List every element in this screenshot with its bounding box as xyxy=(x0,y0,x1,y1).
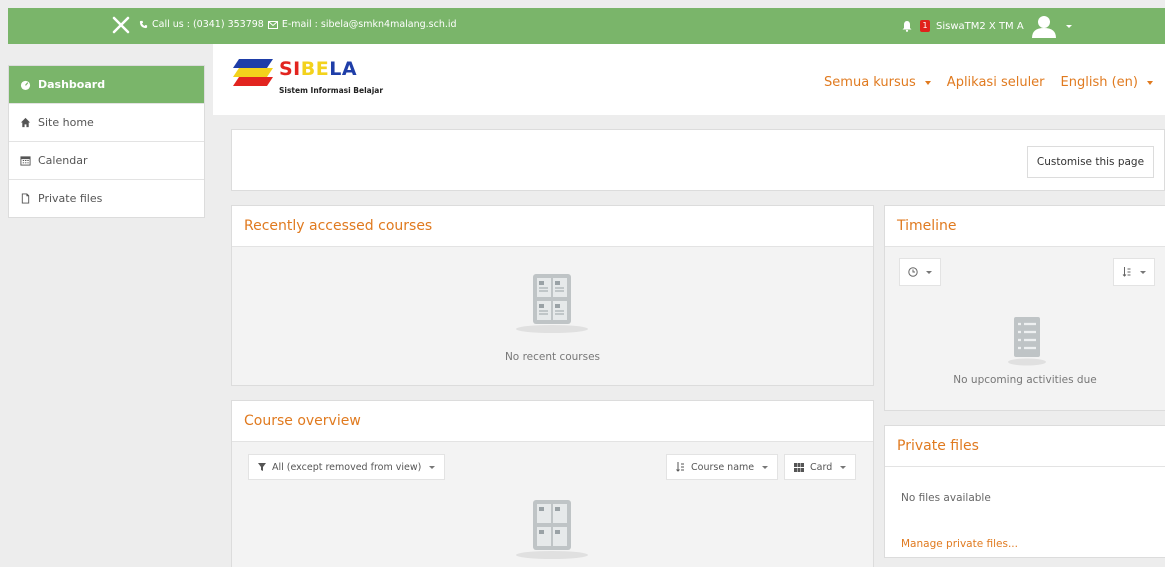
sidebar-item-dashboard[interactable]: Dashboard xyxy=(9,66,204,104)
block-body: No recent courses xyxy=(232,247,873,385)
block-body: No upcoming activities due xyxy=(885,247,1165,410)
notification-badge[interactable]: 1 xyxy=(920,20,930,32)
block-title: Recently accessed courses xyxy=(232,206,873,247)
nav-language[interactable]: English (en) xyxy=(1061,75,1153,90)
filter-dropdown[interactable]: All (except removed from view) xyxy=(248,454,446,480)
block-title: Course overview xyxy=(232,401,873,442)
course-overview-block: Course overview All (except removed from… xyxy=(231,400,874,567)
dropdown-label: Course name xyxy=(691,461,755,473)
empty-message: No upcoming activities due xyxy=(953,374,1097,386)
sort-dropdown[interactable]: Course name xyxy=(666,454,779,480)
courses-empty-icon xyxy=(516,500,588,559)
nav-semua-kursus[interactable]: Semua kursus xyxy=(824,75,931,90)
clock-icon xyxy=(908,267,918,277)
user-area: 1 SiswaTM2 X TM A xyxy=(901,14,1072,38)
chevron-down-icon xyxy=(1140,270,1146,274)
file-icon xyxy=(21,193,30,204)
chevron-down-icon xyxy=(429,465,436,469)
private-files-block: Private files No files available Manage … xyxy=(884,425,1165,558)
sidebar: Dashboard Site home Calendar Private fil… xyxy=(8,65,205,218)
bell-icon[interactable] xyxy=(901,20,913,32)
chevron-down-icon xyxy=(840,465,847,469)
sort-icon xyxy=(1122,267,1131,277)
sidebar-item-label: Private files xyxy=(38,192,103,205)
top-bar: Call us : (0341) 353798 E-mail : sibela@… xyxy=(8,8,1165,44)
dashboard-icon xyxy=(20,80,31,90)
sidebar-item-site-home[interactable]: Site home xyxy=(9,104,204,142)
chevron-down-icon xyxy=(762,465,769,469)
timeline-block: Timeline No upcoming activities due xyxy=(884,205,1165,411)
logo-title: SIBELA xyxy=(279,58,357,80)
dropdown-label: All (except removed from view) xyxy=(272,461,422,473)
close-icon[interactable] xyxy=(110,14,132,36)
timeline-sort-dropdown[interactable] xyxy=(1113,258,1155,286)
sidebar-item-label: Site home xyxy=(38,116,94,129)
top-nav: Semua kursus Aplikasi seluler English (e… xyxy=(824,75,1165,90)
grid-icon xyxy=(794,462,804,472)
recent-courses-block: Recently accessed courses No recent cour… xyxy=(231,205,874,386)
page-header-bar: Customise this page xyxy=(231,129,1165,191)
courses-empty-icon xyxy=(516,274,588,333)
activities-empty-icon xyxy=(1008,317,1046,366)
manage-private-files-link[interactable]: Manage private files... xyxy=(901,538,1018,550)
empty-message: No files available xyxy=(901,492,991,504)
user-menu-caret-icon[interactable] xyxy=(1065,24,1072,28)
filter-icon xyxy=(258,463,266,471)
chevron-down-icon xyxy=(924,80,931,85)
logo-title-la: LA xyxy=(329,58,358,80)
block-title: Private files xyxy=(885,426,1165,467)
logo-subtitle: Sistem Informasi Belajar xyxy=(279,86,384,95)
home-icon xyxy=(20,117,31,128)
chevron-down-icon xyxy=(1147,80,1153,85)
sidebar-item-calendar[interactable]: Calendar xyxy=(9,142,204,180)
sort-icon xyxy=(676,462,684,472)
sidebar-item-label: Dashboard xyxy=(38,78,106,91)
view-dropdown[interactable]: Card xyxy=(784,454,857,480)
email-text: E-mail : sibela@smkn4malang.sch.id xyxy=(281,19,457,30)
phone-icon xyxy=(139,20,148,29)
nav-label: English (en) xyxy=(1060,75,1138,90)
block-title: Timeline xyxy=(885,206,1165,247)
timeline-range-dropdown[interactable] xyxy=(899,258,941,286)
dropdown-label: Card xyxy=(810,461,833,473)
block-body: All (except removed from view) Course na… xyxy=(232,442,873,567)
calendar-icon xyxy=(20,156,31,166)
sidebar-item-private-files[interactable]: Private files xyxy=(9,180,204,217)
site-header: SIBELA Sistem Informasi Belajar Semua ku… xyxy=(213,44,1165,115)
sibela-logo[interactable] xyxy=(231,57,275,89)
contact-info: Call us : (0341) 353798 E-mail : sibela@… xyxy=(139,19,457,30)
user-name[interactable]: SiswaTM2 X TM A xyxy=(936,21,1024,32)
chevron-down-icon xyxy=(926,270,932,274)
mail-icon xyxy=(267,20,278,29)
nav-aplikasi-seluler[interactable]: Aplikasi seluler xyxy=(947,75,1045,90)
logo-title-si: SI xyxy=(279,58,301,80)
empty-message: No recent courses xyxy=(504,351,601,363)
logo-title-be: BE xyxy=(300,58,330,80)
avatar[interactable] xyxy=(1030,14,1058,38)
nav-label: Semua kursus xyxy=(824,75,916,90)
sidebar-item-label: Calendar xyxy=(38,154,88,167)
nav-label: Aplikasi seluler xyxy=(946,75,1045,90)
phone-text: Call us : (0341) 353798 xyxy=(152,19,264,30)
customise-page-button[interactable]: Customise this page xyxy=(1027,146,1154,178)
